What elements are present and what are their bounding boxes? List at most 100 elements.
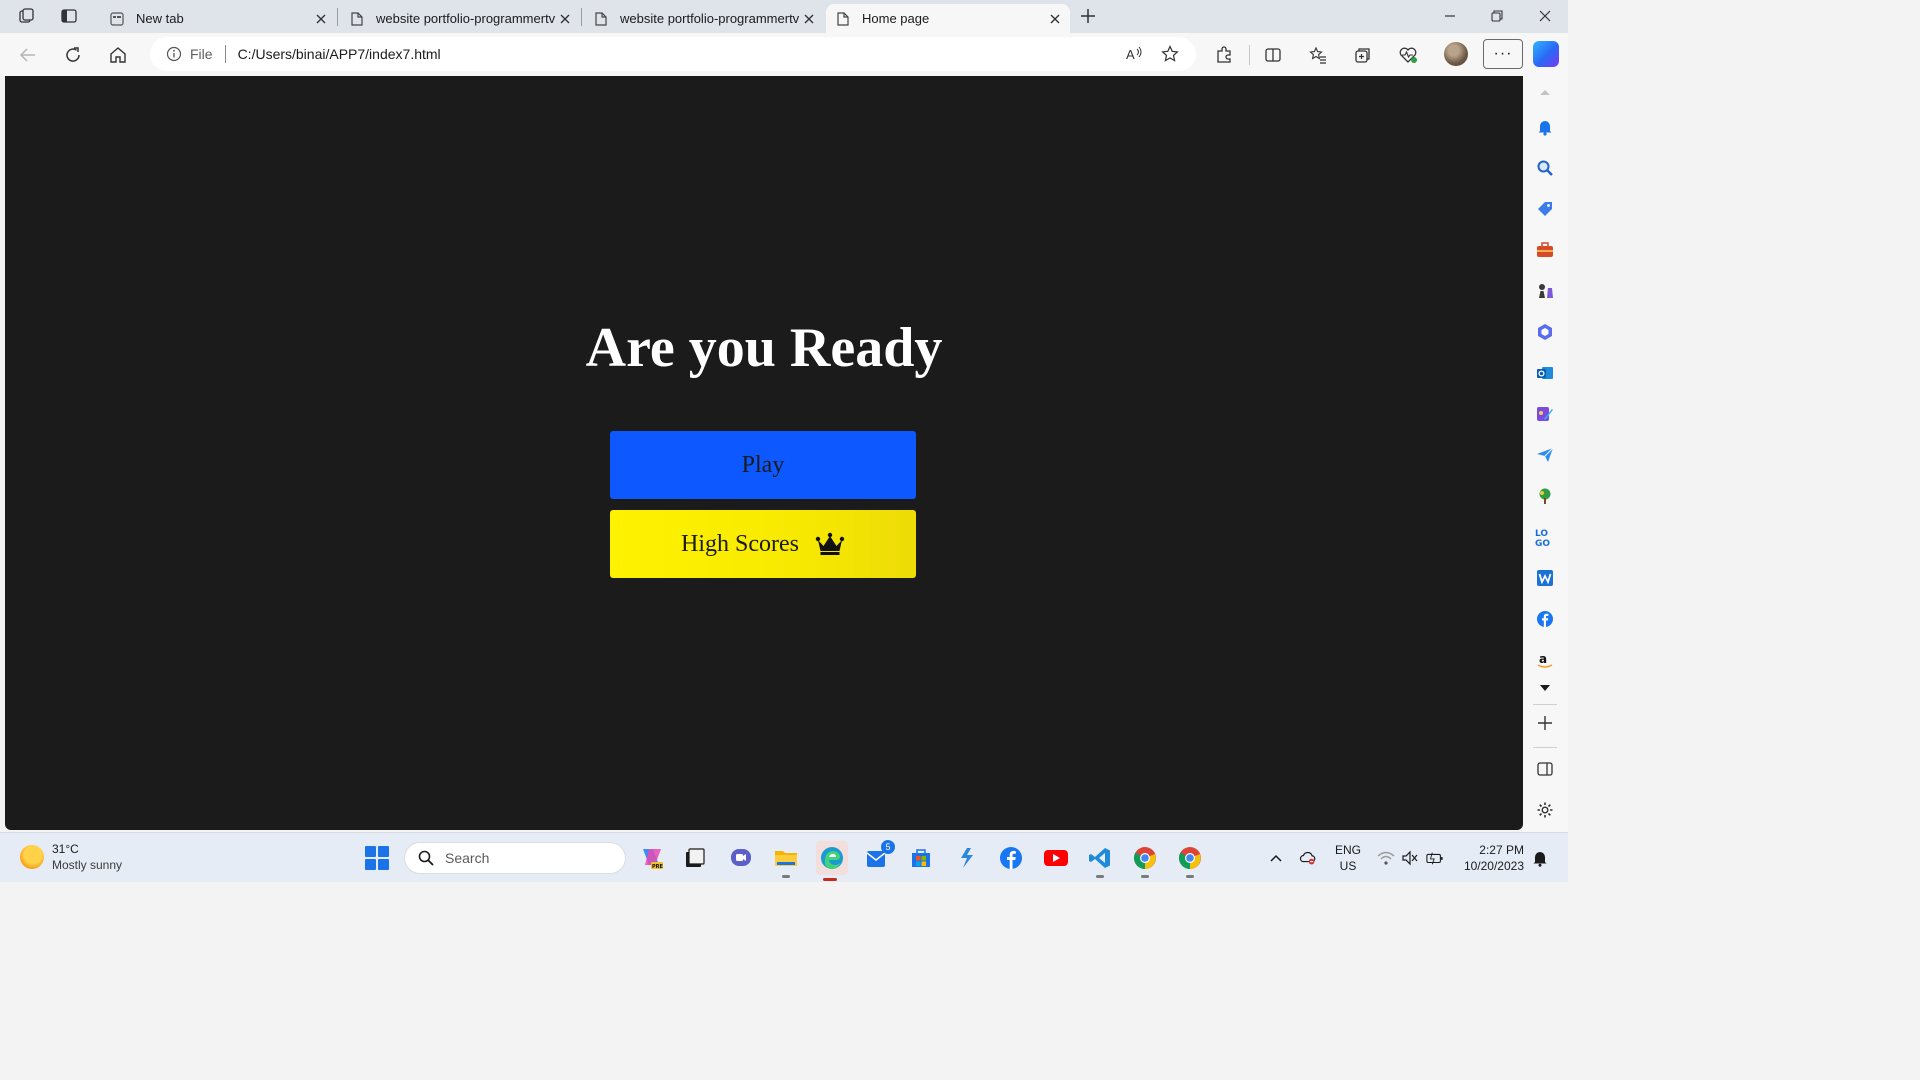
sidebar-divider (1533, 747, 1557, 748)
high-scores-button[interactable]: High Scores (610, 510, 916, 578)
logo-app-icon[interactable]: LO GO (1535, 527, 1555, 547)
toolbar-divider (1249, 45, 1250, 65)
tab-divider (581, 8, 582, 26)
onedrive-cloud-icon[interactable] (1299, 849, 1317, 867)
mail-badge: 5 (881, 840, 895, 854)
running-indicator (1096, 875, 1104, 878)
info-icon[interactable] (166, 46, 182, 62)
windows-start-icon[interactable] (365, 846, 389, 870)
tab-title: New tab (136, 11, 184, 26)
copilot-preview-icon[interactable]: PRE (638, 844, 666, 872)
minimize-icon[interactable] (1430, 4, 1470, 28)
home-icon[interactable] (104, 41, 132, 69)
facebook-taskbar-icon[interactable] (997, 844, 1025, 872)
browser-toolbar: File C:/Users/binai/APP7/index7.html A ·… (0, 33, 1568, 76)
favorites-icon[interactable] (1304, 41, 1332, 69)
sidebar-divider (1533, 704, 1557, 705)
svg-text:a: a (1539, 652, 1547, 666)
wifi-icon[interactable] (1377, 849, 1395, 867)
region-code: US (1339, 859, 1357, 873)
tab-portfolio-1[interactable]: website portfolio-programmertv (340, 4, 580, 33)
youtube-icon[interactable] (1042, 844, 1070, 872)
search-icon[interactable] (1535, 158, 1555, 178)
mail-icon[interactable]: 5 (863, 840, 895, 872)
split-screen-icon[interactable] (1259, 41, 1287, 69)
high-scores-label: High Scores (681, 530, 799, 557)
search-placeholder: Search (445, 850, 490, 866)
collections-icon[interactable] (1349, 41, 1377, 69)
browser-essentials-icon[interactable] (1394, 41, 1422, 69)
tab-new-tab[interactable]: New tab (100, 4, 336, 33)
play-button[interactable]: Play (610, 431, 916, 499)
workspaces-icon[interactable] (15, 5, 39, 27)
file-icon (836, 11, 850, 26)
shopping-tag-icon[interactable] (1535, 199, 1555, 219)
file-icon (350, 11, 364, 26)
divider (224, 45, 226, 63)
svg-text:PRE: PRE (652, 864, 664, 870)
send-paper-plane-icon[interactable] (1535, 445, 1555, 465)
language-indicator[interactable]: ENG US (1335, 842, 1361, 874)
show-hidden-icons-chevron-icon[interactable] (1267, 849, 1285, 867)
taskbar-search-box[interactable]: Search (404, 842, 626, 874)
refresh-icon[interactable] (59, 41, 87, 69)
tab-strip: New tab website portfolio-programmertv w… (0, 0, 1568, 33)
weather-widget[interactable]: 31°C Mostly sunny (20, 841, 122, 873)
scheme-label: File (190, 46, 213, 62)
address-bar[interactable]: File C:/Users/binai/APP7/index7.html A (150, 37, 1196, 71)
designer-icon[interactable] (1535, 404, 1555, 424)
volume-muted-icon[interactable] (1401, 849, 1419, 867)
more-apps-chevron-icon[interactable] (1535, 678, 1555, 698)
close-window-icon[interactable] (1525, 4, 1565, 28)
visual-studio-icon[interactable] (952, 844, 980, 872)
svg-text:A: A (1126, 47, 1135, 62)
url-text[interactable]: C:/Users/binai/APP7/index7.html (238, 46, 1120, 62)
tools-briefcase-icon[interactable] (1535, 240, 1555, 260)
teams-chat-icon[interactable] (727, 844, 755, 872)
microsoft-365-icon[interactable] (1535, 322, 1555, 342)
copilot-icon[interactable] (1533, 41, 1559, 67)
read-aloud-icon[interactable]: A (1120, 40, 1148, 68)
amazon-icon[interactable]: a (1535, 650, 1555, 670)
active-indicator (823, 878, 837, 881)
new-tab-page-icon (110, 11, 124, 26)
notification-bell-icon[interactable] (1535, 117, 1555, 137)
task-view-icon[interactable] (681, 844, 709, 872)
new-tab-plus-icon[interactable] (1076, 5, 1100, 27)
tab-divider (337, 8, 338, 26)
games-chess-icon[interactable] (1535, 281, 1555, 301)
extensions-puzzle-icon[interactable] (1210, 41, 1238, 69)
system-clock[interactable]: 2:27 PM 10/20/2023 (1458, 842, 1524, 874)
tab-portfolio-2[interactable]: website portfolio-programmertv (584, 4, 824, 33)
chrome-icon[interactable] (1131, 844, 1159, 878)
close-icon[interactable] (556, 10, 574, 28)
outlook-icon[interactable] (1535, 363, 1555, 383)
chrome-profile-icon[interactable] (1176, 844, 1204, 878)
word-app-icon[interactable] (1535, 568, 1555, 588)
facebook-icon[interactable] (1535, 609, 1555, 629)
svg-text:LO: LO (1535, 529, 1548, 539)
close-icon[interactable] (800, 10, 818, 28)
tab-actions-icon[interactable] (57, 5, 81, 27)
notifications-bell-icon[interactable] (1531, 849, 1549, 867)
edge-taskbar-icon[interactable] (816, 841, 848, 881)
tree-icon[interactable] (1535, 486, 1555, 506)
close-icon[interactable] (312, 10, 330, 28)
running-indicator (782, 875, 790, 878)
tab-title: Home page (862, 11, 930, 26)
tab-home-page[interactable]: Home page (826, 4, 1070, 33)
favorite-star-icon[interactable] (1156, 40, 1184, 68)
settings-and-more-button[interactable]: ··· (1483, 39, 1523, 69)
back-arrow-icon[interactable] (14, 41, 42, 69)
close-icon[interactable] (1046, 10, 1064, 28)
scroll-up-chevron-icon[interactable] (1535, 82, 1555, 102)
profile-avatar[interactable] (1444, 42, 1468, 66)
add-app-plus-icon[interactable] (1535, 713, 1555, 733)
battery-icon[interactable] (1426, 849, 1444, 867)
hide-sidebar-icon[interactable] (1535, 759, 1555, 779)
file-explorer-icon[interactable] (772, 844, 800, 878)
sidebar-settings-gear-icon[interactable] (1535, 800, 1555, 820)
restore-icon[interactable] (1477, 4, 1517, 28)
vscode-icon[interactable] (1086, 844, 1114, 878)
microsoft-store-icon[interactable] (907, 844, 935, 872)
